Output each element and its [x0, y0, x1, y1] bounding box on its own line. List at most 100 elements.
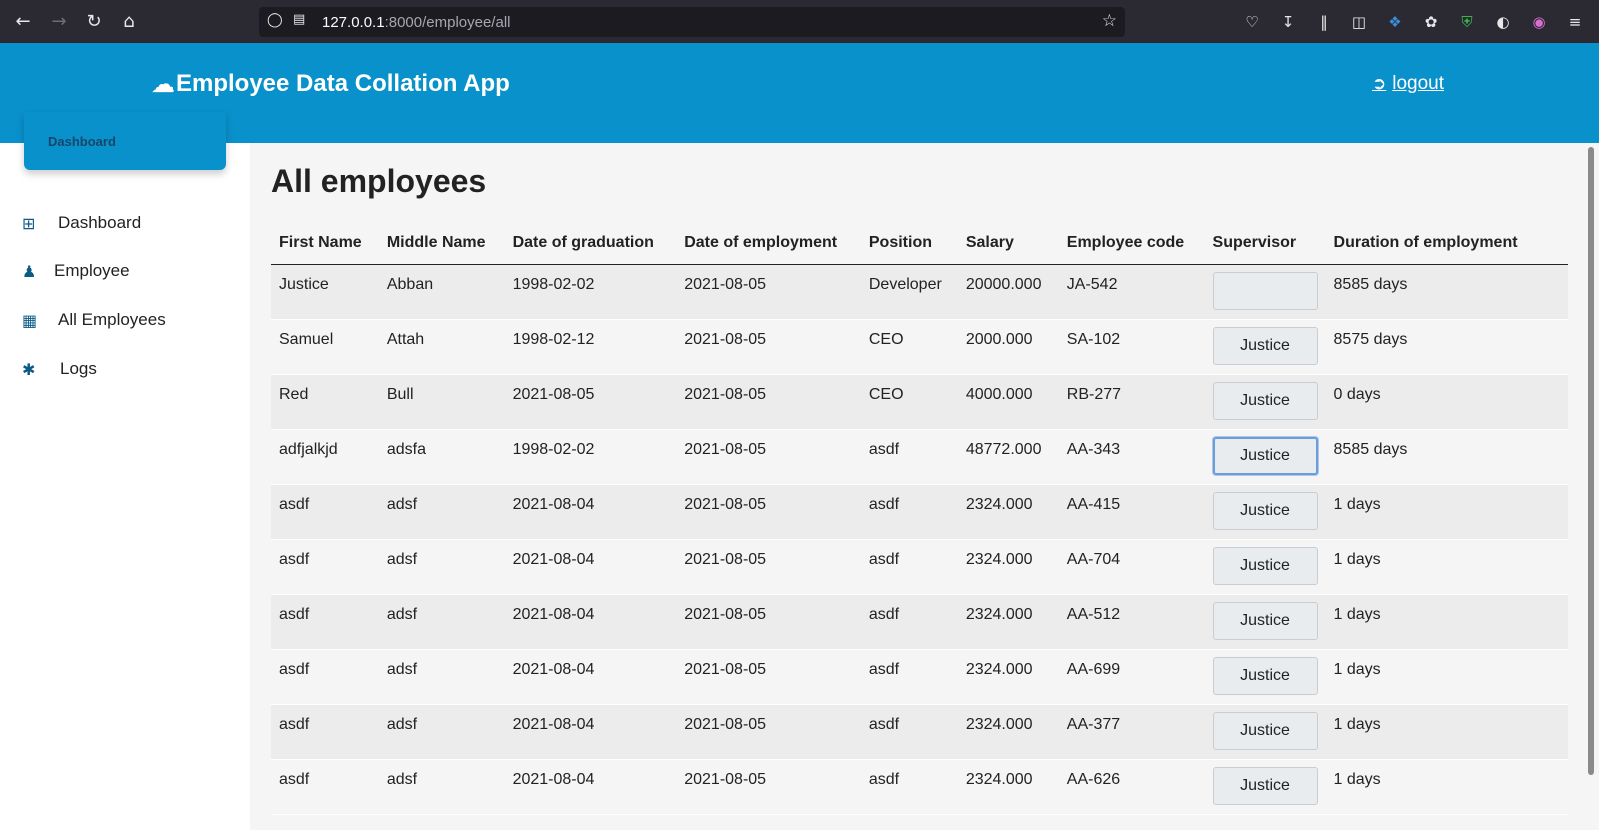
table-cell-salary: 2324.000 — [957, 594, 1059, 650]
url-text[interactable]: 127.0.0.1:8000/employee/all — [322, 14, 510, 31]
table-cell-salary: 2324.000 — [957, 704, 1059, 760]
home-icon[interactable]: ⌂ — [117, 10, 141, 34]
supervisor-button[interactable]: Justice — [1212, 656, 1318, 695]
sidebar-item-label: Logs — [60, 359, 97, 378]
table-cell-code: JA-542 — [1058, 264, 1205, 320]
shield-icon[interactable]: ◯ — [267, 12, 283, 28]
table-cell-first: asdf — [271, 649, 379, 705]
extension-icon[interactable]: ◐ — [1493, 12, 1513, 32]
reload-icon[interactable]: ↻ — [82, 10, 106, 34]
th-large-icon: ▦ — [22, 310, 38, 330]
supervisor-button[interactable]: Justice — [1212, 711, 1318, 750]
table-cell-code: SA-102 — [1058, 319, 1205, 375]
table-cell-emp: 2021-08-05 — [676, 759, 861, 815]
table-cell-emp: 2021-08-05 — [676, 539, 861, 595]
menu-icon[interactable]: ≡ — [1565, 12, 1585, 32]
scrollbar-thumb[interactable] — [1588, 147, 1594, 775]
dashboard-card[interactable]: Dashboard — [24, 112, 226, 170]
app-header: ☁ Employee Data Collation App ➲ logout — [0, 43, 1599, 143]
sidebar-item-logs[interactable]: ✱ Logs — [22, 357, 97, 381]
extension-color-icon[interactable]: ◉ — [1529, 12, 1549, 32]
table-cell-first: asdf — [271, 759, 379, 815]
table-cell-emp: 2021-08-05 — [676, 704, 861, 760]
sidebar-item-employee[interactable]: ♟ Employee — [22, 259, 130, 283]
table-cell-grad: 2021-08-04 — [504, 759, 677, 815]
supervisor-button[interactable] — [1212, 271, 1318, 310]
forward-icon[interactable]: → — [47, 10, 71, 34]
scrollbar[interactable] — [1584, 143, 1599, 830]
supervisor-button[interactable]: Justice — [1212, 436, 1318, 475]
table-cell-duration: 1 days — [1325, 594, 1568, 650]
table-row: asdf adsf 2021-08-04 2021-08-05 asdf 2324.000… — [271, 759, 1568, 815]
pocket-icon[interactable]: ♡ — [1242, 12, 1262, 32]
library-icon[interactable]: ‖ — [1314, 12, 1334, 32]
table-cell-first: asdf — [271, 484, 379, 540]
table-cell-salary: 2324.000 — [957, 649, 1059, 705]
supervisor-cell: Justice — [1204, 759, 1326, 815]
table-header-row: First Name Middle Name Date of graduation D… — [271, 223, 1568, 265]
table-cell-grad: 2021-08-04 — [504, 594, 677, 650]
column-header: Salary — [957, 223, 1059, 265]
column-header: Duration of employment — [1325, 223, 1568, 265]
table-cell-middle: adsfa — [378, 429, 505, 485]
url-path: :8000/employee/all — [384, 14, 511, 31]
supervisor-cell: Justice — [1204, 429, 1326, 485]
table-row: asdf adsf 2021-08-04 2021-08-05 asdf 2324.000… — [271, 649, 1568, 705]
table-cell-code: AA-415 — [1058, 484, 1205, 540]
column-header: Date of graduation — [504, 223, 677, 265]
table-cell-code: AA-704 — [1058, 539, 1205, 595]
supervisor-cell — [1204, 264, 1326, 320]
table-cell-middle: Attah — [378, 319, 505, 375]
supervisor-button[interactable]: Justice — [1212, 381, 1318, 420]
table-cell-position: CEO — [860, 319, 958, 375]
supervisor-button[interactable]: Justice — [1212, 546, 1318, 585]
table-cell-salary: 48772.000 — [957, 429, 1059, 485]
table-cell-emp: 2021-08-05 — [676, 594, 861, 650]
table-cell-middle: adsf — [378, 594, 505, 650]
extension-shield-icon[interactable]: ⛨ — [1457, 12, 1477, 32]
table-cell-grad: 2021-08-04 — [504, 704, 677, 760]
table-cell-middle: adsf — [378, 759, 505, 815]
table-row: adfjalkjd adsfa 1998-02-02 2021-08-05 asdf 48… — [271, 429, 1568, 485]
back-icon[interactable]: ← — [11, 10, 35, 34]
table-cell-salary: 20000.000 — [957, 264, 1059, 320]
supervisor-cell: Justice — [1204, 539, 1326, 595]
table-cell-grad: 1998-02-02 — [504, 429, 677, 485]
sidebar-item-label: All Employees — [58, 310, 166, 329]
bookmark-star-icon[interactable]: ☆ — [1102, 11, 1117, 31]
table-cell-code: AA-626 — [1058, 759, 1205, 815]
sidebar-toggle-icon[interactable]: ◫ — [1349, 12, 1369, 32]
download-icon[interactable]: ↧ — [1278, 12, 1298, 32]
table-cell-grad: 2021-08-04 — [504, 484, 677, 540]
supervisor-button[interactable]: Justice — [1212, 326, 1318, 365]
address-bar[interactable]: ◯ ▤ 127.0.0.1:8000/employee/all ☆ — [259, 7, 1125, 37]
sidebar-item-dashboard[interactable]: ⊞ Dashboard — [22, 211, 141, 235]
supervisor-cell: Justice — [1204, 484, 1326, 540]
table-cell-grad: 2021-08-04 — [504, 649, 677, 705]
table-cell-duration: 8575 days — [1325, 319, 1568, 375]
brand[interactable]: ☁ Employee Data Collation App — [151, 70, 510, 98]
table-cell-duration: 1 days — [1325, 704, 1568, 760]
table-cell-duration: 0 days — [1325, 374, 1568, 430]
brand-title: Employee Data Collation App — [176, 70, 510, 97]
tags-icon: ✱ — [22, 359, 36, 379]
table-cell-emp: 2021-08-05 — [676, 484, 861, 540]
supervisor-button[interactable]: Justice — [1212, 601, 1318, 640]
table-row: Justice Abban 1998-02-02 2021-08-05 Develope… — [271, 264, 1568, 320]
extension-icon[interactable]: ✿ — [1421, 12, 1441, 32]
table-cell-position: asdf — [860, 759, 958, 815]
extension-icon[interactable]: ❖ — [1385, 12, 1405, 32]
supervisor-cell: Justice — [1204, 649, 1326, 705]
page-info-icon[interactable]: ▤ — [293, 12, 305, 27]
table-cell-position: asdf — [860, 539, 958, 595]
table-cell-middle: Abban — [378, 264, 505, 320]
table-row: asdf adsf 2021-08-04 2021-08-05 asdf 2324.000… — [271, 594, 1568, 650]
supervisor-button[interactable]: Justice — [1212, 766, 1318, 805]
table-cell-salary: 4000.000 — [957, 374, 1059, 430]
supervisor-button[interactable]: Justice — [1212, 491, 1318, 530]
table-cell-grad: 1998-02-02 — [504, 264, 677, 320]
column-header: Supervisor — [1204, 223, 1326, 265]
sidebar-item-all-employees[interactable]: ▦ All Employees — [22, 308, 166, 332]
table-cell-salary: 2324.000 — [957, 539, 1059, 595]
logout-link[interactable]: ➲ logout — [1372, 73, 1444, 95]
